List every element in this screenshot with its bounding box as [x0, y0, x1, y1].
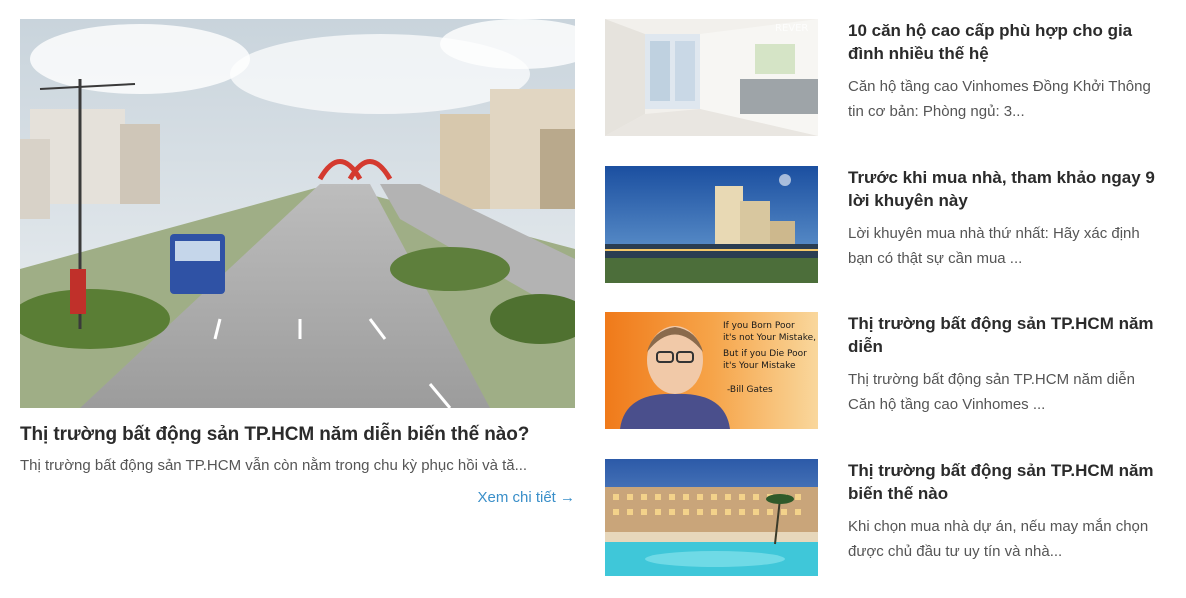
resort-pool-photo [605, 459, 818, 576]
article-thumbnail[interactable]: If you Born Poor it's not Your Mistake, … [605, 312, 818, 429]
article-text: Thị trường bất động sản TP.HCM năm biến … [848, 459, 1165, 564]
apartment-interior-photo: REVER [605, 19, 818, 136]
article-excerpt: Căn hộ tầng cao Vinhomes Đồng Khởi Thông… [848, 78, 1151, 120]
tower-night-photo [605, 166, 818, 283]
list-item: REVER 10 căn hộ cao cấp phù hợp cho gia … [605, 19, 1165, 137]
quote-photo: If you Born Poor it's not Your Mistake, … [605, 312, 818, 429]
article-thumbnail[interactable]: REVER [605, 19, 818, 136]
featured-article: Thị trường bất động sản TP.HCM năm diễn … [20, 19, 575, 506]
rever-watermark: REVER [775, 23, 808, 34]
featured-excerpt: Thị trường bất động sản TP.HCM vẫn còn n… [20, 457, 528, 474]
article-title[interactable]: Thị trường bất động sản TP.HCM năm diễn [848, 312, 1165, 358]
article-title[interactable]: 10 căn hộ cao cấp phù hợp cho gia đình n… [848, 19, 1165, 65]
quote-author: -Bill Gates [727, 385, 773, 395]
article-excerpt: Thị trường bất động sản TP.HCM năm diễn … [848, 371, 1135, 413]
list-item: Trước khi mua nhà, tham khảo ngay 9 lời … [605, 166, 1165, 284]
article-thumbnail[interactable] [605, 459, 818, 576]
list-item: Thị trường bất động sản TP.HCM năm biến … [605, 459, 1165, 577]
quote-line-2: it's not Your Mistake, [723, 333, 816, 343]
article-excerpt: Lời khuyên mua nhà thứ nhất: Hãy xác địn… [848, 225, 1140, 267]
article-excerpt: Khi chọn mua nhà dự án, nếu may mắn chọn… [848, 518, 1149, 560]
road-photo [20, 19, 575, 408]
read-more-link[interactable]: Xem chi tiết → [477, 489, 575, 506]
list-item: If you Born Poor it's not Your Mistake, … [605, 312, 1165, 430]
featured-image[interactable] [20, 19, 575, 408]
article-text: Trước khi mua nhà, tham khảo ngay 9 lời … [848, 166, 1165, 271]
quote-line-3: But if you Die Poor [723, 349, 807, 359]
article-thumbnail[interactable] [605, 166, 818, 283]
article-text: Thị trường bất động sản TP.HCM năm diễn … [848, 312, 1165, 417]
featured-title[interactable]: Thị trường bất động sản TP.HCM năm diễn … [20, 422, 575, 448]
article-text: 10 căn hộ cao cấp phù hợp cho gia đình n… [848, 19, 1165, 124]
article-title[interactable]: Thị trường bất động sản TP.HCM năm biến … [848, 459, 1165, 505]
article-title[interactable]: Trước khi mua nhà, tham khảo ngay 9 lời … [848, 166, 1165, 212]
quote-line-4: it's Your Mistake [723, 361, 796, 371]
quote-line-1: If you Born Poor [723, 321, 795, 331]
